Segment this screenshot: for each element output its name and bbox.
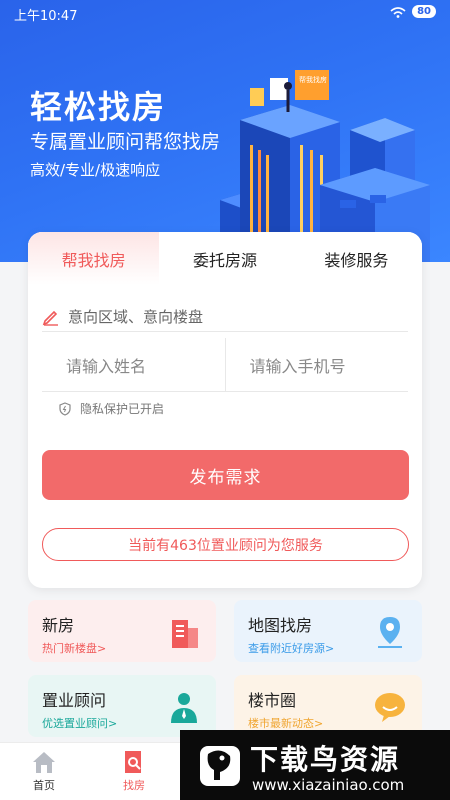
privacy-notice: 隐私保护已开启 [58,400,164,417]
hero-title: 轻松找房 [30,88,167,126]
nav-find[interactable]: 找房 [104,749,164,793]
nav-label: 首页 [33,779,55,792]
status-icons: 80 [390,5,436,18]
find-house-icon [125,751,141,773]
pen-icon [42,310,58,326]
bird-logo-icon [200,746,240,786]
building-icon [172,620,198,648]
hero-subtitle: 专属置业顾问帮您找房 [30,131,221,153]
publish-button[interactable]: 发布需求 [42,450,409,500]
tab-bar: 帮我找房 委托房源 装修服务 [28,232,422,285]
watermark-banner: 下载鸟资源 www.xiazainiao.com [180,730,450,800]
signal-icon [390,6,406,18]
tile-new-homes[interactable]: 新房 热门新楼盘> [28,600,216,662]
home-icon [33,752,55,773]
status-time: 上午10:47 [14,9,78,24]
tile-map-search[interactable]: 地图找房 查看附近好房源> [234,600,422,662]
phone-input[interactable]: 请输入手机号 [224,338,409,391]
shield-icon [59,401,71,416]
tab-help-find[interactable]: 帮我找房 [28,232,160,285]
nav-label: 找房 [123,779,145,792]
city-illustration: 帮我找房 [220,70,430,262]
status-bar: 上午10:47 80 [0,0,450,28]
hero-sign-text: 帮我找房 [299,75,327,84]
tab-entrust-listing[interactable]: 委托房源 [159,232,290,285]
hero-tagline: 高效/专业/极速响应 [30,161,161,179]
map-pin-icon [378,617,402,648]
watermark-url: www.xiazainiao.com [252,776,405,794]
nav-home[interactable]: 首页 [14,749,74,793]
battery-indicator: 80 [412,5,436,18]
privacy-text: 隐私保护已开启 [80,402,165,416]
tile-advisor[interactable]: 置业顾问 优选置业顾问> [28,675,216,737]
area-input[interactable]: 意向区域、意向楼盘 [42,302,408,332]
chat-bubble-icon [375,693,405,722]
advisor-icon [171,693,197,723]
tab-decoration[interactable]: 装修服务 [291,232,422,285]
advisor-count-button[interactable]: 当前有463位置业顾问为您服务 [42,528,409,561]
name-input[interactable]: 请输入姓名 [42,338,225,391]
contact-row: 请输入姓名 请输入手机号 [42,338,408,392]
tile-market[interactable]: 楼市圈 楼市最新动态> [234,675,422,737]
area-placeholder: 意向区域、意向楼盘 [68,308,204,326]
watermark-title: 下载鸟资源 [250,743,401,776]
hero-banner: 上午10:47 80 轻松找房 专属置业顾问帮您找房 高效/专业/极速响应 帮我… [0,0,450,262]
search-card: 帮我找房 委托房源 装修服务 意向区域、意向楼盘 请输入姓名 请输入手机号 隐私… [28,232,422,588]
